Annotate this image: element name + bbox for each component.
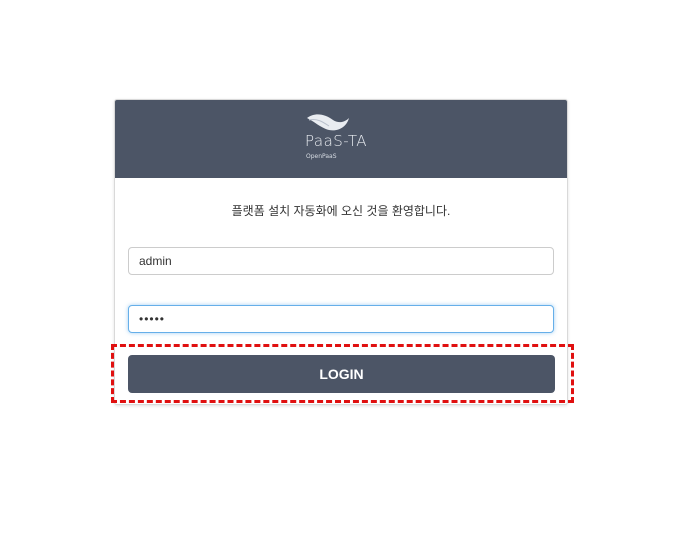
paas-ta-logo-icon: [307, 114, 349, 131]
login-button[interactable]: LOGIN: [128, 355, 555, 393]
login-page: PaaS-TA OpenPaaS 플랫폼 설치 자동화에 오신 것을 환영합니다…: [0, 0, 674, 537]
username-input[interactable]: admin: [128, 247, 554, 275]
welcome-message: 플랫폼 설치 자동화에 오신 것을 환영합니다.: [231, 204, 451, 218]
logo-subtext: OpenPaaS: [306, 153, 337, 160]
logo-text: PaaS-TA: [305, 132, 368, 150]
password-input[interactable]: •••••: [128, 305, 554, 333]
card-header: PaaS-TA OpenPaaS: [115, 100, 567, 178]
login-card: PaaS-TA OpenPaaS 플랫폼 설치 자동화에 오신 것을 환영합니다…: [114, 99, 568, 405]
paas-ta-logo: PaaS-TA OpenPaaS: [303, 112, 383, 164]
